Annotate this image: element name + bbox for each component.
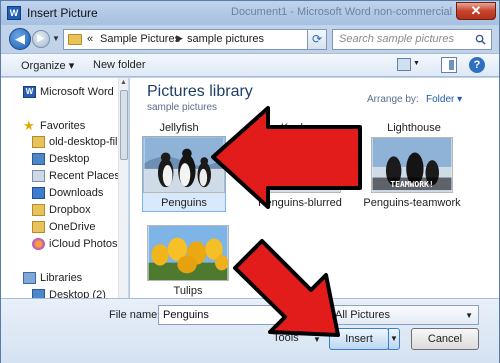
organize-button[interactable]: Organize ▾ <box>21 59 74 72</box>
downloads-icon <box>32 187 45 199</box>
desktop-icon <box>32 289 45 298</box>
file-type-select[interactable]: All Pictures ▼ <box>329 305 479 325</box>
sidebar-item-label: iCloud Photos <box>49 238 118 250</box>
sidebar-item-desktop-2[interactable]: Desktop (2) <box>1 288 119 298</box>
recent-places-icon <box>32 170 45 182</box>
sidebar-item-label: Desktop (2) <box>49 289 106 298</box>
back-button[interactable]: ◀ <box>9 28 31 50</box>
scrollbar-thumb[interactable] <box>120 90 128 160</box>
file-type-value: All Pictures <box>335 309 391 321</box>
navigation-scrollbar[interactable]: ▲ <box>118 78 128 298</box>
library-subtitle: sample pictures <box>147 102 218 113</box>
sidebar-item-label: old-desktop-file <box>49 136 124 148</box>
file-list-pane: Pictures library sample pictures Arrange… <box>130 78 499 298</box>
search-placeholder: Search sample pictures <box>339 33 454 45</box>
sidebar-item-label: Dropbox <box>49 204 91 216</box>
file-tile-penguins-teamwork[interactable]: TEAMWORK! Penguins-teamwork <box>363 137 461 223</box>
tools-button[interactable]: Tools <box>273 332 299 344</box>
file-tile-penguins-blurred[interactable]: Penguins-blurred <box>258 137 342 211</box>
file-label-koala[interactable]: Koala <box>255 122 335 134</box>
library-icon <box>23 272 36 284</box>
dropbox-icon <box>32 204 45 216</box>
navigation-pane: W Microsoft Word ★ Favorites old-desktop… <box>1 78 129 298</box>
penguins-thumbnail <box>143 137 225 193</box>
preview-pane-icon[interactable] <box>441 57 457 73</box>
teamwork-caption: TEAMWORK! <box>390 180 434 189</box>
chevron-down-icon: ▼ <box>465 311 473 320</box>
word-app-icon: W <box>7 6 21 20</box>
window-title: Insert Picture <box>27 6 98 20</box>
onedrive-icon <box>32 221 45 233</box>
icloud-icon <box>32 238 45 250</box>
arrange-by-label: Arrange by: <box>367 94 419 105</box>
penguins-blurred-thumbnail <box>259 137 341 193</box>
sidebar-item-icloud-photos[interactable]: iCloud Photos <box>1 237 119 253</box>
sidebar-item-label: Recent Places <box>49 170 120 182</box>
file-label-penguins: Penguins <box>161 197 207 209</box>
folder-icon <box>68 34 82 45</box>
breadcrumb-overflow-icon[interactable]: « <box>87 33 93 45</box>
sidebar-item-label: Downloads <box>49 187 104 199</box>
sidebar-item-libraries[interactable]: Libraries <box>1 271 119 287</box>
breadcrumb-separator-icon[interactable]: ▶ <box>176 33 183 44</box>
sidebar-item-old-desktop-file[interactable]: old-desktop-file <box>1 135 124 151</box>
search-input[interactable]: Search sample pictures <box>332 29 492 50</box>
file-label-penguins-blurred: Penguins-blurred <box>258 197 342 209</box>
scroll-up-icon[interactable]: ▲ <box>120 79 127 86</box>
change-view-icon[interactable] <box>397 58 411 71</box>
recent-pages-dropdown-icon[interactable]: ▼ <box>52 34 60 43</box>
tulips-thumbnail <box>147 225 229 281</box>
view-options-dropdown-icon[interactable]: ▼ <box>413 60 420 67</box>
close-button[interactable]: ✕ <box>456 2 496 20</box>
refresh-icon[interactable]: ⟳ <box>307 29 327 50</box>
library-title: Pictures library <box>147 83 253 100</box>
file-tile-tulips[interactable]: Tulips <box>147 225 229 298</box>
title-bar[interactable]: W Insert Picture Document1 - Microsoft W… <box>1 1 499 25</box>
help-icon[interactable]: ? <box>469 57 485 73</box>
cancel-button[interactable]: Cancel <box>411 328 479 350</box>
sidebar-item-label: Microsoft Word <box>40 86 114 98</box>
insert-picture-dialog: W Insert Picture Document1 - Microsoft W… <box>0 0 500 363</box>
sidebar-item-favorites[interactable]: ★ Favorites <box>1 119 119 135</box>
sidebar-item-label: Libraries <box>40 272 83 284</box>
desktop-icon <box>32 153 45 165</box>
file-label-lighthouse[interactable]: Lighthouse <box>374 122 454 134</box>
sidebar-item-label: Favorites <box>40 120 86 132</box>
file-label-jellyfish[interactable]: Jellyfish <box>139 122 219 134</box>
command-toolbar: Organize ▾ New folder ▼ ? <box>1 53 499 77</box>
file-name-label: File name: <box>109 309 161 321</box>
new-folder-button[interactable]: New folder <box>93 59 146 71</box>
file-tile-penguins[interactable]: Penguins <box>142 136 226 212</box>
breadcrumb-sample-pictures-sub[interactable]: sample pictures <box>187 33 264 45</box>
word-icon: W <box>23 86 36 98</box>
star-icon: ★ <box>23 118 35 133</box>
insert-options-dropdown-icon[interactable]: ▼ <box>388 328 400 350</box>
file-label-tulips: Tulips <box>173 285 203 297</box>
sidebar-item-downloads[interactable]: Downloads <box>1 186 119 202</box>
forward-button[interactable]: ▶ <box>32 30 50 48</box>
breadcrumb-sample-pictures[interactable]: Sample Pictures <box>100 33 180 45</box>
sidebar-item-microsoft-word[interactable]: W Microsoft Word <box>1 85 119 101</box>
dialog-footer: File name: Penguins All Pictures ▼ Tools… <box>1 298 499 363</box>
file-name-field[interactable]: Penguins <box>158 305 323 325</box>
sidebar-item-onedrive[interactable]: OneDrive <box>1 220 119 236</box>
tools-dropdown-icon[interactable]: ▼ <box>313 335 321 344</box>
address-bar[interactable]: « Sample Pictures ▶ sample pictures ▼ <box>63 29 321 50</box>
sidebar-item-dropbox[interactable]: Dropbox <box>1 203 119 219</box>
file-label-penguins-teamwork: Penguins-teamwork <box>363 197 461 209</box>
folder-icon <box>32 136 45 148</box>
search-icon[interactable] <box>475 34 486 45</box>
sidebar-item-label: Desktop <box>49 153 90 165</box>
sidebar-item-label: OneDrive <box>49 221 96 233</box>
navigation-row: ◀ ▶ ▼ « Sample Pictures ▶ sample picture… <box>1 25 499 53</box>
sidebar-item-desktop[interactable]: Desktop <box>1 152 119 168</box>
background-window-title: Document1 - Microsoft Word non-commercia… <box>231 6 453 18</box>
insert-button[interactable]: Insert <box>329 328 389 350</box>
sidebar-item-recent-places[interactable]: Recent Places <box>1 169 120 185</box>
arrange-by-dropdown[interactable]: Folder ▾ <box>426 94 462 105</box>
